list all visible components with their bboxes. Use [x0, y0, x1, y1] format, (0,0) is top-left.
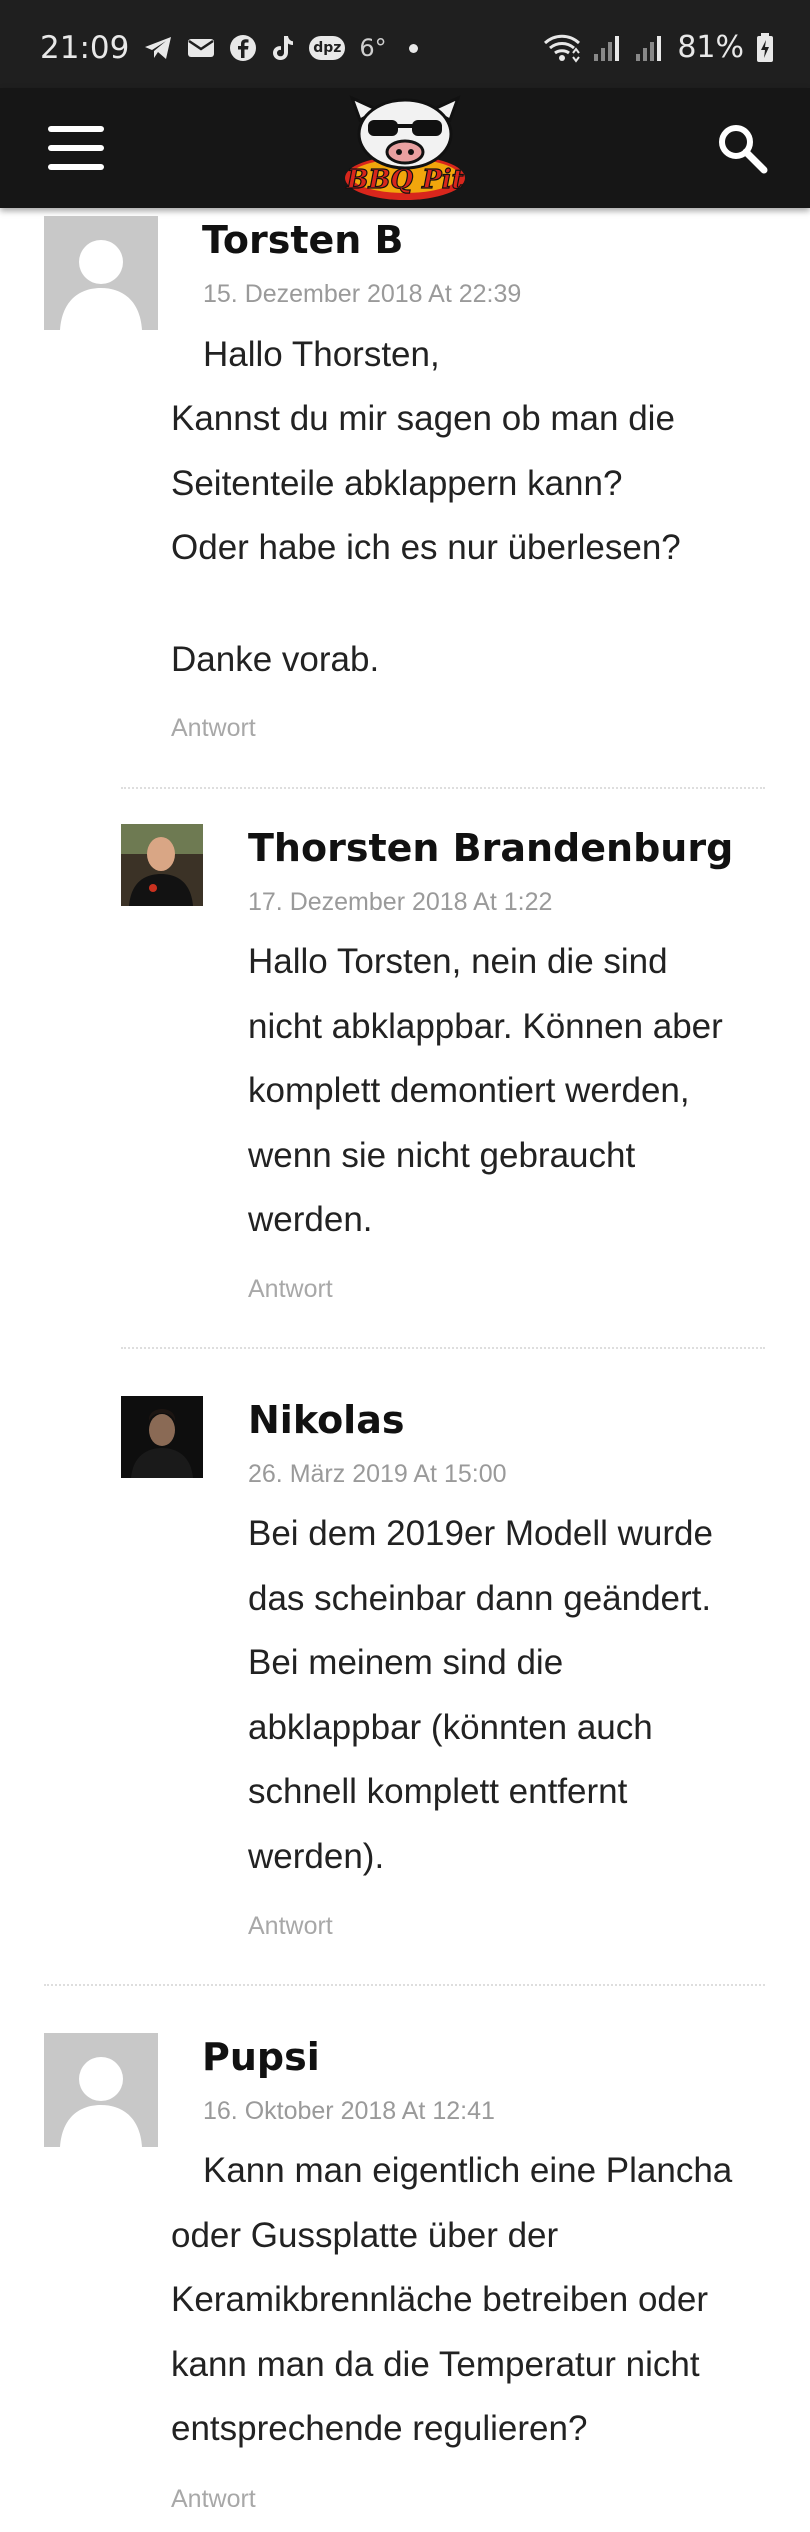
comment-body-line: Kann man eigentlich eine Plancha	[203, 2151, 733, 2190]
avatar	[121, 824, 203, 906]
avatar	[44, 2033, 158, 2147]
reply-link[interactable]: Antwort	[171, 714, 256, 743]
menu-button[interactable]	[48, 126, 104, 170]
comment-date[interactable]: 16. Oktober 2018 At 12:41	[203, 2097, 495, 2126]
comment-body-line: nicht abklappbar. Können aber	[248, 1007, 723, 1046]
comment-body-line: Hallo Thorsten,	[203, 335, 440, 374]
reply-link[interactable]: Antwort	[171, 2485, 256, 2514]
status-bar-right: 81%	[543, 30, 774, 65]
comment-date[interactable]: 17. Dezember 2018 At 1:22	[248, 888, 552, 917]
avatar	[121, 1396, 203, 1478]
tiktok-icon	[273, 36, 294, 60]
logo-text: BBQ Pit	[345, 165, 463, 195]
comment-body-line: Bei meinem sind die	[248, 1643, 564, 1682]
divider	[121, 787, 765, 789]
user-photo	[121, 1396, 203, 1478]
menu-icon-bar	[48, 164, 104, 170]
bbq-pit-logo[interactable]: BBQ Pit	[338, 90, 472, 204]
telegram-icon	[145, 37, 172, 59]
comment-body-line: Bei dem 2019er Modell wurde	[248, 1514, 713, 1553]
battery-percent: 81%	[677, 30, 744, 65]
comment-body-line: schnell komplett entfernt	[248, 1772, 628, 1811]
comment-body-line: oder Gussplatte über der	[171, 2216, 559, 2255]
comment-body-line: wenn sie nicht gebraucht	[248, 1136, 636, 1175]
temperature: 6°	[359, 34, 387, 62]
comment-body-line: kann man da die Temperatur nicht	[171, 2345, 700, 2384]
comment-body-line: Hallo Torsten, nein die sind	[248, 942, 668, 981]
battery-icon	[757, 32, 773, 62]
status-bar: 21:09 dpz 6° 81%	[0, 0, 810, 88]
comment-date[interactable]: 15. Dezember 2018 At 22:39	[203, 280, 521, 309]
comment-date[interactable]: 26. März 2019 At 15:00	[248, 1460, 507, 1489]
signal-icon-2	[636, 35, 662, 61]
comment-body-line: entsprechende regulieren?	[171, 2409, 588, 2448]
dpz-icon: dpz	[309, 36, 346, 60]
comment-body-line: Seitenteile abklappern kann?	[171, 464, 623, 503]
reply-link[interactable]: Antwort	[248, 1912, 333, 1941]
user-photo	[121, 824, 203, 906]
default-avatar-icon	[60, 240, 142, 330]
status-bar-left: 21:09 dpz 6°	[40, 30, 418, 66]
wifi-icon	[544, 34, 581, 63]
menu-icon	[48, 126, 104, 132]
divider	[44, 1984, 765, 1986]
mail-icon	[188, 39, 215, 57]
comment-body-line: abklappbar (könnten auch	[248, 1708, 653, 1747]
comment-body-line: komplett demontiert werden,	[248, 1071, 690, 1110]
clock: 21:09	[40, 30, 130, 66]
comment-author[interactable]: Torsten B	[202, 218, 404, 262]
default-avatar-icon	[60, 2057, 142, 2147]
facebook-icon	[230, 35, 257, 61]
comment-body-line: Kannst du mir sagen ob man die	[171, 399, 675, 438]
signal-icon	[594, 35, 620, 61]
comment-author[interactable]: Nikolas	[248, 1398, 404, 1442]
menu-icon-bar	[48, 145, 104, 151]
comment-author[interactable]: Thorsten Brandenburg	[248, 826, 733, 870]
divider	[121, 1347, 765, 1349]
comment-body-line: werden).	[248, 1837, 385, 1876]
dot-icon	[408, 43, 418, 53]
reply-link[interactable]: Antwort	[248, 1275, 333, 1304]
comment-body-line: das scheinbar dann geändert.	[248, 1579, 712, 1618]
comment-author[interactable]: Pupsi	[202, 2035, 320, 2079]
comment-body-line: Oder habe ich es nur überlesen?	[171, 528, 681, 567]
site-header: BBQ Pit	[0, 88, 810, 208]
search-icon[interactable]	[716, 122, 768, 174]
comment-body-line: werden.	[248, 1200, 373, 1239]
comment-body-line: Keramikbrennläche betreiben oder	[171, 2280, 708, 2319]
avatar	[44, 216, 158, 330]
comment-body-line: Danke vorab.	[171, 640, 380, 679]
